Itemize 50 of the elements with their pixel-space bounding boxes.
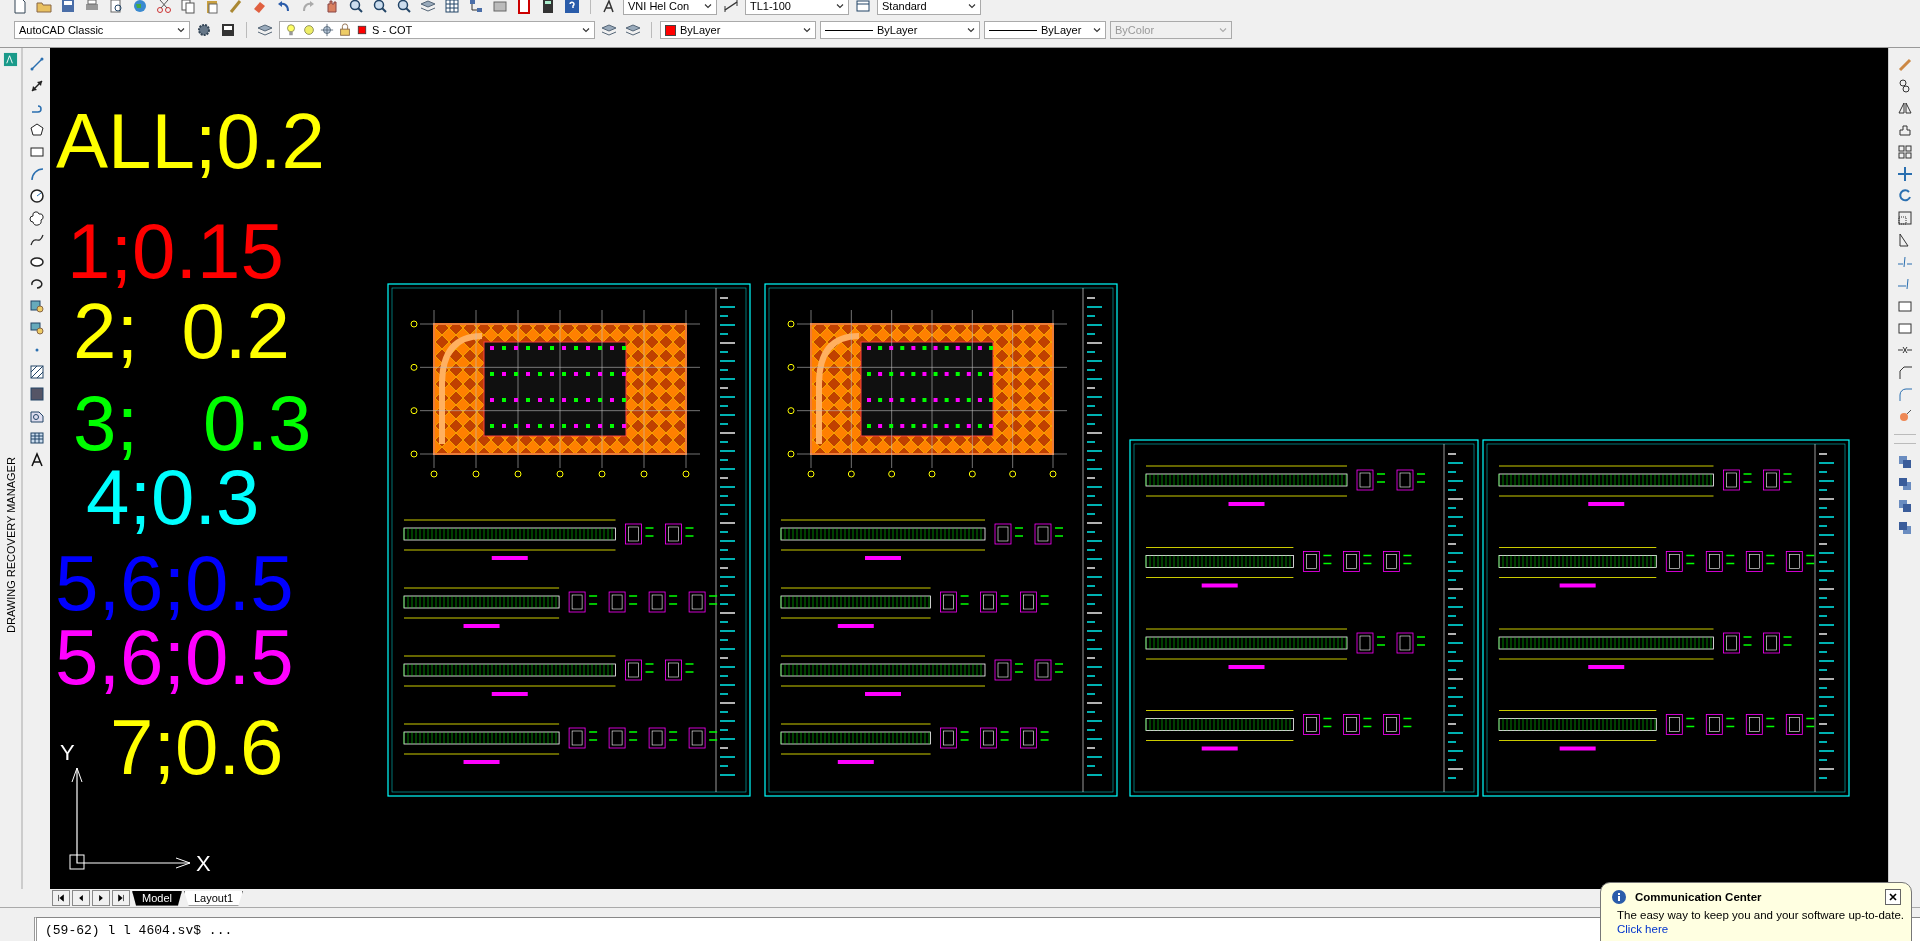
- right-arrow-button[interactable]: [112, 890, 130, 906]
- scissors-icon[interactable]: [154, 0, 174, 15]
- linetype-dropdown[interactable]: ByLayer: [820, 21, 980, 39]
- lightbulb-icon: [284, 23, 298, 37]
- info-icon: [1611, 889, 1627, 905]
- left-arrow-button[interactable]: [72, 890, 90, 906]
- color-swatch-icon: [665, 24, 676, 36]
- command-history-text: (59-62) l l 4604.sv$ ...: [45, 923, 233, 938]
- first-page-icon: [56, 893, 66, 903]
- axis-label: X: [196, 850, 211, 876]
- dimension-style-dropdown[interactable]: TL1-100: [745, 0, 849, 15]
- pen-width-label: 2; 0.2: [73, 291, 290, 370]
- workspace-dropdown[interactable]: AutoCAD Classic: [14, 21, 190, 39]
- sun-icon: [302, 23, 316, 37]
- dimension-icon[interactable]: [721, 0, 741, 15]
- text-style-dropdown[interactable]: VNI Hel Con: [623, 0, 717, 15]
- open-folder-icon[interactable]: [34, 0, 54, 15]
- axis-label: Y: [60, 739, 75, 765]
- pen-width-label: 5,6;0.5: [55, 543, 294, 622]
- notification-link[interactable]: Click here: [1617, 923, 1669, 935]
- right-arrow-button[interactable]: [92, 890, 110, 906]
- layout-tab[interactable]: Layout1: [183, 890, 244, 906]
- layer-dropdown[interactable]: S - COT: [279, 21, 595, 39]
- table-style-dropdown[interactable]: Standard: [877, 0, 981, 15]
- lock-icon: [338, 23, 352, 37]
- pen-width-label: 7;0.6: [110, 707, 284, 786]
- close-icon: [1887, 891, 1899, 903]
- pen-width-label: 3; 0.3: [73, 383, 312, 462]
- line-sample-icon: [989, 29, 1037, 31]
- line-sample-icon: [825, 29, 873, 31]
- copy-icon[interactable]: [178, 0, 198, 15]
- toolbar-grip[interactable]: [1893, 433, 1916, 444]
- recovery-icon[interactable]: [3, 51, 18, 67]
- layout-tab[interactable]: Model: [132, 890, 182, 906]
- grid-icon[interactable]: [442, 0, 462, 15]
- block-icon[interactable]: [490, 0, 510, 15]
- notification-title: Communication Center: [1635, 891, 1763, 903]
- layer-swatch-icon: [356, 24, 368, 36]
- last-page-icon: [116, 893, 126, 903]
- table-edit-icon[interactable]: [853, 0, 873, 15]
- cloud-icon[interactable]: [26, 209, 47, 226]
- left-arrow-button[interactable]: [52, 890, 70, 906]
- pen-width-label: ALL;0.2: [56, 101, 325, 180]
- pen-width-label: 1;0.15: [67, 211, 284, 290]
- close-button[interactable]: [1885, 889, 1901, 905]
- notification-message: The easy way to keep you and your software up-to-date.: [1617, 909, 1901, 921]
- lineweight-dropdown[interactable]: ByLayer: [984, 21, 1106, 39]
- help-icon[interactable]: [562, 0, 582, 15]
- color-dropdown[interactable]: ByLayer: [660, 21, 816, 39]
- panel-title: DRAWING RECOVERY MANAGER: [4, 457, 17, 634]
